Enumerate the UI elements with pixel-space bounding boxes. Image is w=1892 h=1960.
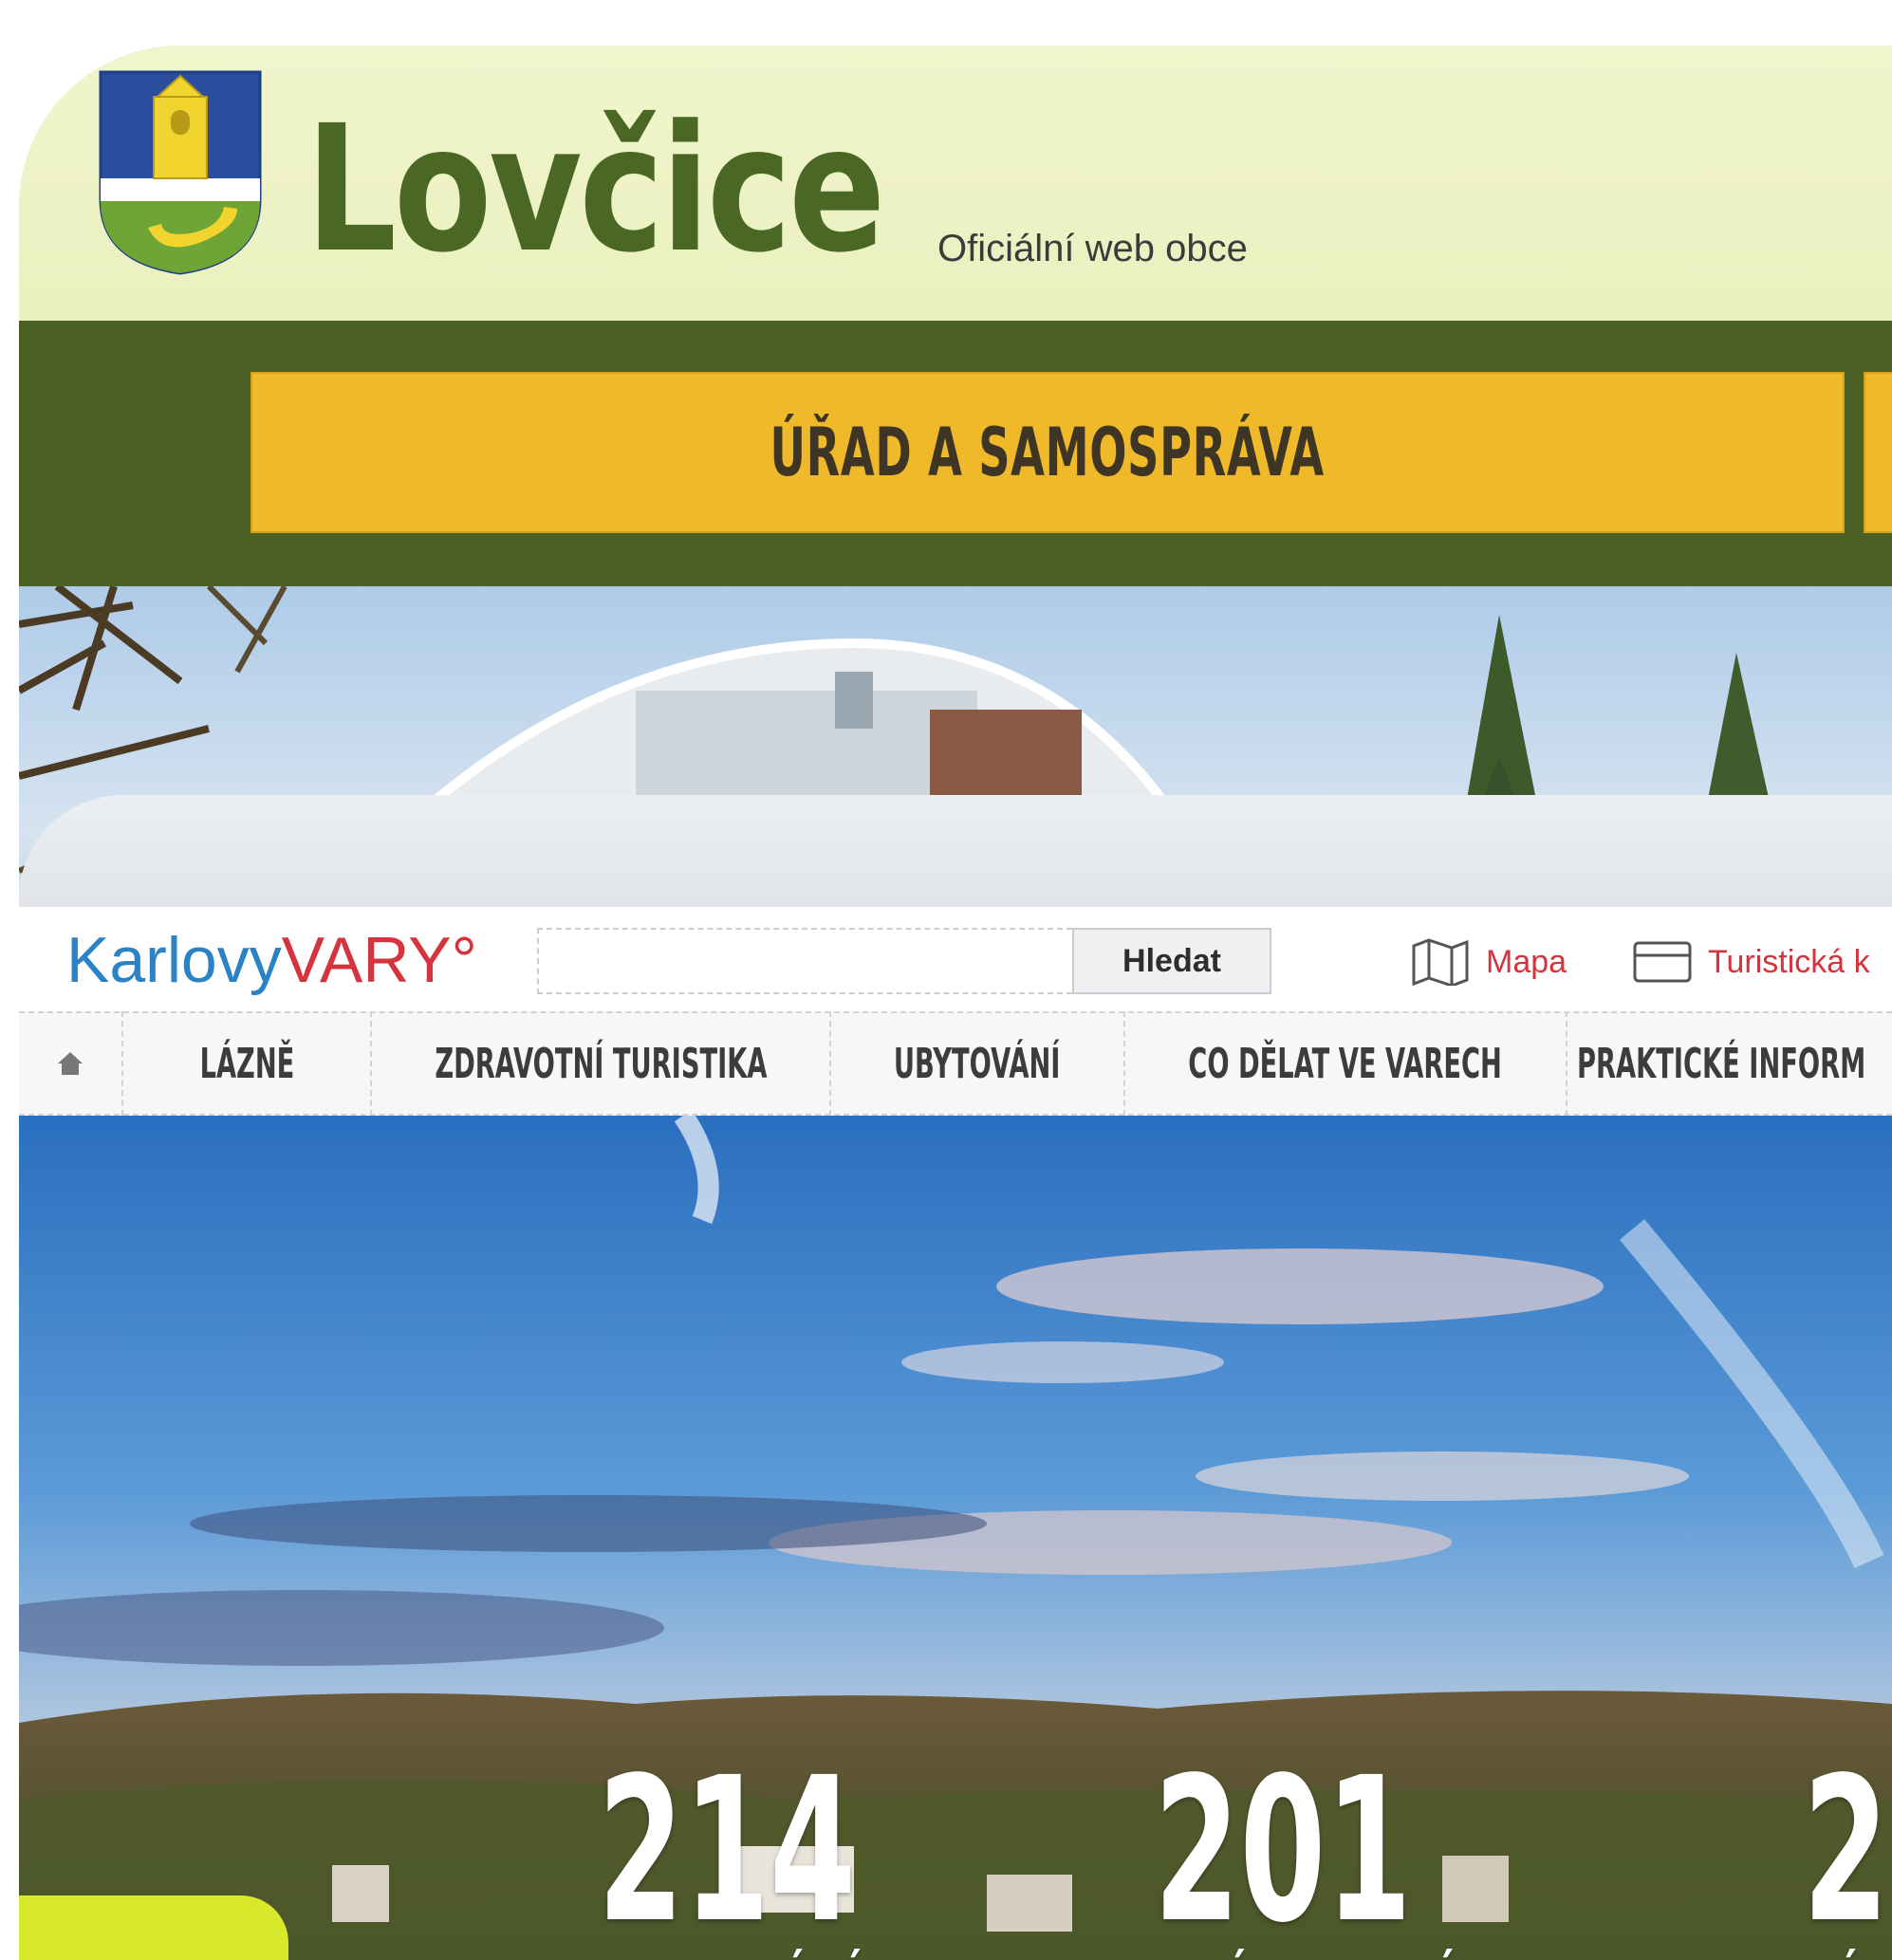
lovcice-header: Lovčice Oficiální web obce	[19, 46, 1892, 321]
nav-item-lazne[interactable]: LÁZNĚ	[123, 1011, 372, 1116]
nav-item-label: ÚŘAD A SAMOSPRÁVA	[770, 414, 1326, 491]
kv-hero-image: 214 UBYTOVÁNÍ 201 ZAJÍMAVOSTÍ 2 VÝL	[19, 1116, 1892, 1960]
site-title[interactable]: Lovčice	[306, 95, 885, 285]
nav-item-zdravotni-turistika[interactable]: ZDRAVOTNÍ TURISTIKA	[372, 1011, 831, 1116]
stat-label: VÝL	[1803, 1951, 1890, 1960]
tourist-card-link[interactable]: Turistická k	[1632, 932, 1870, 992]
map-link[interactable]: Mapa	[1410, 932, 1567, 992]
stat-label: UBYTOVÁNÍ	[598, 1951, 862, 1960]
stat-zajimavosti[interactable]: 201 ZAJÍMAVOSTÍ	[1154, 1751, 1654, 1960]
tourist-card-label: Turistická k	[1708, 943, 1870, 980]
browser-chrome	[19, 795, 1892, 907]
nav-item-label: LÁZNĚ	[199, 1039, 294, 1088]
karlovy-vary-logo[interactable]: KarlovyVARY°	[66, 922, 477, 998]
card-icon	[1633, 941, 1692, 983]
site-subtitle: Oficiální web obce	[937, 228, 1248, 269]
nav-item-co-delat[interactable]: CO DĚLAT VE VARECH	[1125, 1011, 1567, 1116]
corner-badge	[19, 1895, 288, 1960]
coat-of-arms-icon	[99, 70, 262, 275]
nav-item-label: UBYTOVÁNÍ	[894, 1039, 1061, 1088]
stat-ubytovani[interactable]: 214 UBYTOVÁNÍ	[598, 1751, 1038, 1960]
stat-number: 2	[1803, 1734, 1889, 1960]
stat-number: 201	[1154, 1734, 1412, 1960]
nav-item-label: PRAKTICKÉ INFORM	[1577, 1039, 1866, 1088]
logo-text-karlovy: Karlovy	[66, 924, 282, 996]
nav-item-label: CO DĚLAT VE VARECH	[1188, 1039, 1503, 1088]
nav-item-ubytovani[interactable]: UBYTOVÁNÍ	[831, 1011, 1125, 1116]
logo-text-vary: VARY°	[281, 924, 477, 996]
stat-vylety[interactable]: 2 VÝL	[1803, 1751, 1892, 1960]
nav-item-next[interactable]	[1864, 372, 1892, 533]
search-button[interactable]: Hledat	[1072, 928, 1271, 994]
stat-label: ZAJÍMAVOSTÍ	[1154, 1951, 1454, 1960]
karlovy-vary-window: KarlovyVARY° Hledat Mapa Turistická k LÁ…	[19, 795, 1892, 1960]
stat-number: 214	[598, 1734, 856, 1960]
home-icon	[58, 1052, 83, 1075]
map-icon	[1412, 938, 1469, 986]
nav-item-label: ZDRAVOTNÍ TURISTIKA	[434, 1039, 768, 1088]
nav-home[interactable]	[19, 1011, 123, 1116]
map-link-label: Mapa	[1486, 943, 1567, 980]
nav-item-urad-a-samosprava[interactable]: ÚŘAD A SAMOSPRÁVA	[250, 372, 1845, 533]
nav-item-prakticke-informace[interactable]: PRAKTICKÉ INFORM	[1567, 1011, 1892, 1116]
search-input[interactable]	[537, 928, 1072, 994]
